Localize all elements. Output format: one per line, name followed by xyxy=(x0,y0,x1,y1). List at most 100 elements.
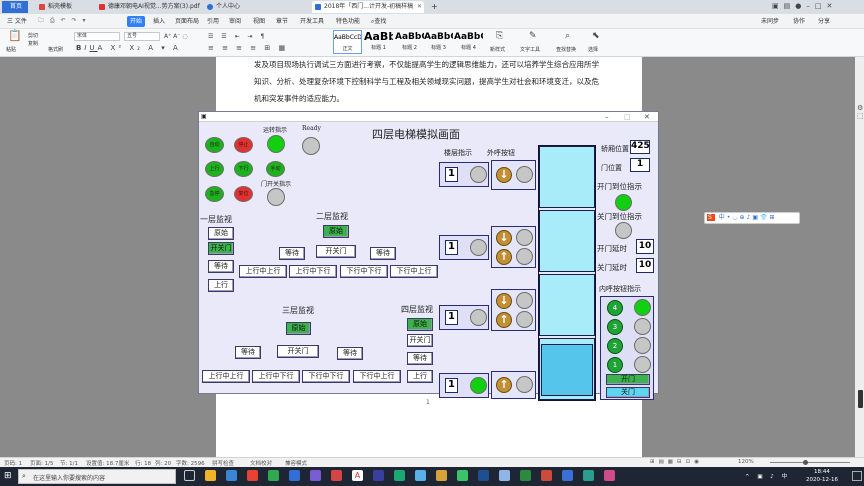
floor3-up-call-button[interactable]: ↑ xyxy=(496,249,512,265)
status-proofread[interactable]: 文档校对 xyxy=(250,459,272,467)
zoom-slider-handle[interactable] xyxy=(803,460,808,465)
new-style-icon[interactable]: ⎘ xyxy=(496,32,503,41)
open-delay-value[interactable]: 10 xyxy=(636,239,654,254)
zoom-level[interactable]: 120% xyxy=(738,459,754,465)
new-tab-button[interactable]: + xyxy=(428,1,440,13)
text-tools-button[interactable]: 文字工具 xyxy=(520,46,540,53)
window-controls[interactable]: ▣▤●–□✕ xyxy=(772,2,837,10)
find-replace-button[interactable]: 查找替换 xyxy=(556,46,576,53)
app-icon-11[interactable] xyxy=(478,470,489,481)
app-icon-13[interactable] xyxy=(520,470,531,481)
paste-icon[interactable]: 📋 xyxy=(8,30,22,41)
list-icons[interactable]: ☰ ☰ ⇤ ⇥ ¶ xyxy=(208,32,267,41)
menu-review[interactable]: 审阅 xyxy=(226,16,244,27)
stop-button[interactable]: 停止 xyxy=(234,137,253,153)
scrollbar-thumb[interactable] xyxy=(858,390,863,408)
copy-button[interactable]: 复制 xyxy=(28,40,38,47)
inner-floor4-button[interactable]: 4 xyxy=(607,300,623,316)
collaborate-button[interactable]: 协作 xyxy=(790,16,808,27)
app-icon-7[interactable] xyxy=(394,470,405,481)
style-heading-2[interactable]: AaBbC标题 2 xyxy=(395,30,424,54)
reset-button[interactable]: 复位 xyxy=(234,186,253,202)
floor3-down-call-button[interactable]: ↓ xyxy=(496,230,512,246)
task-view-icon[interactable] xyxy=(184,470,195,481)
style-heading-1[interactable]: AaBb 标题 1 xyxy=(364,30,393,54)
status-pages[interactable]: 页面: 1/5 xyxy=(30,459,53,467)
elevator-simulation-window[interactable]: ▣ – □ ✕ 四层电梯模拟画面 自动 停止 上行 下行 急停 复位 手动 运转… xyxy=(198,111,659,401)
floor1-up-call-button[interactable]: ↑ xyxy=(496,377,512,393)
paste-button[interactable]: 粘贴 xyxy=(6,46,16,53)
emergency-stop-button[interactable]: 急停 xyxy=(205,186,224,202)
floor2-up-call-button[interactable]: ↑ xyxy=(496,312,512,328)
system-tray-icons[interactable]: ^ ▣ ♪ 中 xyxy=(745,472,790,480)
style-heading-4[interactable]: AaBbC标题 4 xyxy=(454,30,483,54)
app-icon-14[interactable] xyxy=(541,470,552,481)
share-button[interactable]: 分享 xyxy=(815,16,833,27)
menu-references[interactable]: 引用 xyxy=(204,16,222,27)
view-mode-icons[interactable]: ⊞▤▦⊟⊡◉ xyxy=(650,459,703,465)
menu-home[interactable]: 开始 xyxy=(127,16,146,27)
sim-window-titlebar[interactable]: ▣ – □ ✕ xyxy=(199,112,658,122)
inner-open-button[interactable]: 开门 xyxy=(606,374,650,385)
app-icon-1[interactable] xyxy=(247,470,258,481)
style-normal[interactable]: AaBbCcDd正文 xyxy=(333,30,362,54)
menu-search[interactable]: ⌕查找 xyxy=(368,16,389,27)
clock-time[interactable]: 18:44 xyxy=(814,469,830,475)
notification-icon[interactable] xyxy=(852,471,862,481)
menu-insert[interactable]: 插入 xyxy=(150,16,168,27)
menu-chapter[interactable]: 章节 xyxy=(273,16,291,27)
new-style-button[interactable]: 新样式 xyxy=(490,46,505,53)
menu-view[interactable]: 视图 xyxy=(250,16,268,27)
cut-button[interactable]: 剪切 xyxy=(28,32,38,39)
menu-features[interactable]: 特色功能 xyxy=(333,16,363,27)
menu-layout[interactable]: 页面布局 xyxy=(172,16,202,27)
align-icons[interactable]: ≡ ≡ ≡ ≡ ⊞ ▦ xyxy=(208,44,288,53)
app-icon-3[interactable] xyxy=(289,470,300,481)
side-panel-icons[interactable]: ⚙ ⬚ xyxy=(857,104,864,120)
manual-button[interactable]: 手动 xyxy=(266,161,285,177)
wps-icon[interactable]: A xyxy=(352,470,363,481)
app-icon-15[interactable] xyxy=(562,470,573,481)
inner-close-button[interactable]: 关门 xyxy=(606,387,650,398)
inner-floor2-button[interactable]: 2 xyxy=(607,338,623,354)
select-button[interactable]: 选择 xyxy=(588,46,598,53)
app-icon-6[interactable] xyxy=(373,470,384,481)
find-replace-icon[interactable]: ⌕ xyxy=(565,32,570,41)
auto-button[interactable]: 自动 xyxy=(205,137,224,153)
start-menu-icon[interactable]: ⊞ xyxy=(4,471,14,481)
app-icon-8[interactable] xyxy=(415,470,426,481)
font-format-icons[interactable]: BIUA X² X₂ A ▾ A xyxy=(76,44,181,53)
file-explorer-icon[interactable] xyxy=(205,470,216,481)
taskbar-search-box[interactable]: ⌕ 在这里输入你要搜索的内容 xyxy=(18,469,176,484)
inner-floor1-button[interactable]: 1 xyxy=(607,357,623,373)
status-word-count[interactable]: 字数: 2596 xyxy=(176,459,205,467)
close-icon[interactable]: ✕ xyxy=(417,1,422,13)
tab-template[interactable]: 稻壳模板 xyxy=(36,1,94,13)
tab-personal-center[interactable]: 个人中心 xyxy=(204,1,308,13)
tab-home[interactable]: 首页 xyxy=(2,1,28,13)
quick-access-icons[interactable]: 🗀 ⎙ ↶ ↷ ▾ xyxy=(38,16,88,26)
app-icon-12[interactable] xyxy=(499,470,510,481)
app-icon-17[interactable] xyxy=(604,470,615,481)
down-button[interactable]: 下行 xyxy=(234,161,253,177)
style-heading-3[interactable]: AaBbC标题 3 xyxy=(424,30,453,54)
up-button[interactable]: 上行 xyxy=(205,161,224,177)
close-delay-value[interactable]: 10 xyxy=(636,258,654,273)
inner-floor3-button[interactable]: 3 xyxy=(607,319,623,335)
minimize-button[interactable]: – xyxy=(605,112,609,122)
menu-file[interactable]: 三 文件 xyxy=(4,16,30,27)
app-icon-10[interactable] xyxy=(457,470,468,481)
app-icon-9[interactable] xyxy=(436,470,447,481)
floor4-down-call-button[interactable]: ↓ xyxy=(496,167,512,183)
app-icon-2[interactable] xyxy=(268,470,279,481)
close-button[interactable]: ✕ xyxy=(644,112,650,122)
status-spellcheck[interactable]: 拼写检查 xyxy=(212,459,234,467)
clock-date[interactable]: 2020-12-16 xyxy=(806,477,838,483)
browser-icon[interactable] xyxy=(226,470,237,481)
text-tools-icon[interactable]: ✎ xyxy=(529,32,537,41)
input-method-toolbar[interactable]: S 中•◡⊕♪▣👕⊞ xyxy=(704,212,800,224)
font-size-adjust-icons[interactable]: A⁺ A⁻ ◌ xyxy=(164,32,188,41)
app-icon-4[interactable] xyxy=(310,470,321,481)
app-icon-5[interactable] xyxy=(331,470,342,481)
menu-devtools[interactable]: 开发工具 xyxy=(297,16,327,27)
